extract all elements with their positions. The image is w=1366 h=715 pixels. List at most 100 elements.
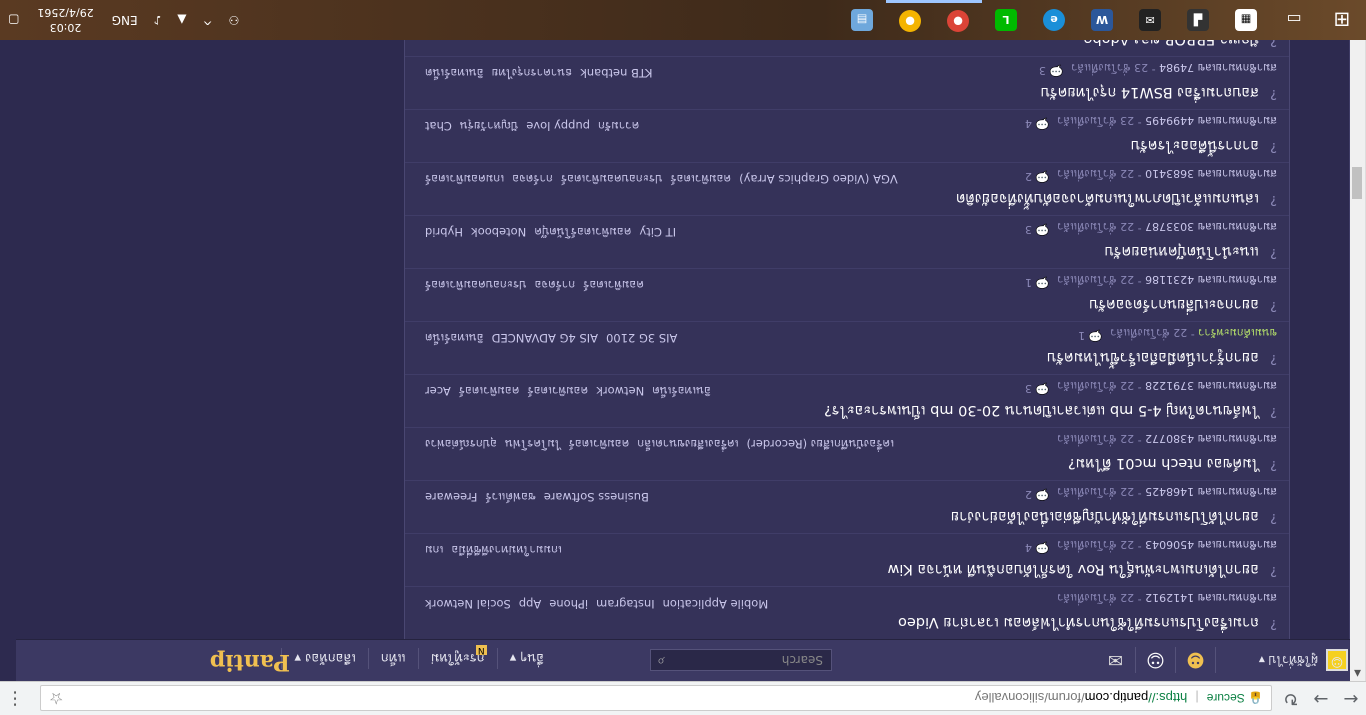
tag-link[interactable]: Acer [425, 384, 451, 398]
chrome-icon[interactable]: ● [934, 0, 982, 40]
nav-other[interactable]: อื่นๆ ▾ [496, 648, 556, 669]
tag-link[interactable]: อินเทอร์เน็ต [425, 66, 484, 80]
menu-icon[interactable]: ⋮ [6, 688, 24, 709]
reload-icon[interactable]: ↻ [1276, 684, 1306, 714]
tag-link[interactable]: คอมพิวเตอร์ [528, 384, 589, 398]
topic-title[interactable]: ไฟล์ขนาดใหญ่ 4-5 mb แต่เวลาเปิดนาน 20-30… [417, 399, 1277, 422]
tag-link[interactable]: คอมพิวเตอร์ [670, 172, 731, 186]
notifications-icon[interactable]: ▢ [0, 13, 27, 27]
tag-link[interactable]: คอมพิวเตอร์โน้ตบุ๊ค [534, 225, 631, 239]
topic-title[interactable]: อยากรู้ว่าเน็ตมือถือเร็วขึ้นไหมครับ [417, 346, 1277, 369]
tag-link[interactable]: KTB netbank [580, 66, 652, 80]
topic-author[interactable]: สมาชิกหมายเลข 4499495 [1145, 112, 1277, 130]
tag-link[interactable]: iPhone [549, 597, 588, 611]
tag-link[interactable]: คอมพิวเตอร์ [583, 278, 644, 292]
tag-link[interactable]: การ์ดจอ [512, 172, 553, 186]
word-icon[interactable]: W [1078, 0, 1126, 40]
tag-link[interactable]: ประกอบคอมพิวเตอร์ [561, 172, 663, 186]
tag-link[interactable]: เครื่องบันทึกเสียง (Recorder) [747, 437, 895, 451]
topic-author[interactable]: สมาชิกหมายเลข 4380772 [1145, 430, 1277, 448]
tag-link[interactable]: Social Network [425, 597, 511, 611]
topic-row[interactable]: ? สอบถามเรื่อง BSW14 กรุงไทยครับ สมาชิกหมา… [405, 56, 1289, 109]
forward-icon[interactable]: → [1306, 684, 1336, 714]
tag-link[interactable]: ไมโครโฟน [505, 437, 561, 451]
tag-link[interactable]: Network [596, 384, 644, 398]
tag-link[interactable]: เกมมาใหม่ทางพีซีที่มือ [451, 543, 561, 557]
tag-link[interactable]: คอมพิวเตอร์ [569, 437, 630, 451]
pantip-logo[interactable]: Pantip [210, 649, 290, 675]
tag-link[interactable]: Mobile Application [663, 597, 769, 611]
tag-link[interactable]: Notebook [471, 225, 526, 239]
topic-author[interactable]: ขนมเค้กมะพร้าว [1198, 324, 1277, 342]
topic-title[interactable]: อยากได้เกมเพาะพันธุ์ใน Rov ใครก็ได้บอกฉั… [417, 558, 1277, 581]
topic-title[interactable]: อาการนี้คืออะไรครับ [417, 134, 1277, 157]
topic-row[interactable]: ? อยากได้โปรแกรมที่ใช้ทำบัญชีต่อเนื่องได้… [405, 480, 1289, 533]
tag-link[interactable]: เกม [425, 543, 443, 557]
smile-icon[interactable]: ☻ [1176, 647, 1216, 673]
tag-link[interactable]: ซอฟต์แวร์ [485, 490, 535, 504]
tag-link[interactable]: Business Software [544, 490, 649, 504]
mail-app-icon[interactable]: ✉ [1126, 0, 1174, 40]
tag-link[interactable]: AIS 3G 2100 [606, 331, 677, 345]
nav-new-topic[interactable]: กระทู้ใหม่ N [417, 645, 497, 669]
topic-title[interactable]: เล่นเกมแล้วเปิดภาพในเกมค้างจอดับทั้งที่จ… [417, 187, 1277, 210]
windows-start-icon[interactable]: ⊞ [1318, 0, 1366, 40]
language-indicator[interactable]: ENG [104, 13, 146, 27]
back-icon[interactable]: ← [1336, 684, 1366, 714]
bookmark-star-icon[interactable]: ☆ [49, 688, 63, 708]
edge-icon[interactable]: e [1030, 0, 1078, 40]
clock[interactable]: 20:03 29/4/2561 [27, 5, 103, 35]
tag-link[interactable]: Instagram [596, 597, 655, 611]
topic-row[interactable]: ? อยากได้เกมเพาะพันธุ์ใน Rov ใครก็ได้บอกฉ… [405, 533, 1289, 586]
tag-link[interactable]: puppy love [526, 119, 590, 133]
topic-row[interactable]: ? อยากจะเปลี่ยนการ์ดจอครับ สมาชิกหมายเลข 4… [405, 268, 1289, 321]
network-icon[interactable]: ▲ [169, 13, 194, 27]
topic-author[interactable]: สมาชิกหมายเลข 3791228 [1145, 377, 1277, 395]
topic-row[interactable]: ? ถามเรื่องโปรแกรมที่ใช้ในการทำไฟล์คอม เว… [405, 586, 1289, 639]
address-bar[interactable]: 🔒 Secure | https:// pantip.com /forum/si… [40, 685, 1272, 711]
topic-row[interactable]: ? ไฟล์ขนาดใหญ่ 4-5 mb แต่เวลาเปิดนาน 20-3… [405, 374, 1289, 427]
tag-link[interactable]: Freeware [425, 490, 477, 504]
scroll-up-icon[interactable]: ▲ [1350, 665, 1365, 681]
tag-link[interactable]: การ์ดจอ [535, 278, 576, 292]
topic-row[interactable]: ? เล่นเกมแล้วเปิดภาพในเกมค้างจอดับทั้งที่… [405, 162, 1289, 215]
files-icon[interactable]: ▟ [1174, 0, 1222, 40]
topic-author[interactable]: สมาชิกหมายเลข 3683410 [1145, 165, 1277, 183]
tag-link[interactable]: App [519, 597, 541, 611]
topic-title[interactable]: อยากได้โปรแกรมที่ใช้ทำบัญชีต่อเนื่องได้อ… [417, 505, 1277, 528]
topic-author[interactable]: สมาชิกหมายเลข 4231186 [1145, 271, 1277, 289]
topic-title[interactable]: สอบถามเรื่อง BSW14 กรุงไทยครับ [417, 81, 1277, 104]
tag-link[interactable]: VGA (Video Graphics Array) [739, 172, 898, 186]
topic-author[interactable]: สมาชิกหมายเลข 3033787 [1145, 218, 1277, 236]
topic-row[interactable]: ? ไมค์ของ ntech mc01 ดีไหม? สมาชิกหมายเลข … [405, 427, 1289, 480]
tag-link[interactable]: ประกอบคอมพิวเตอร์ [425, 278, 527, 292]
tag-link[interactable]: อินเทอร์เน็ต [652, 384, 711, 398]
tag-link[interactable]: Chat [425, 119, 452, 133]
tag-link[interactable]: ธนาคารกรุงไทย [492, 66, 573, 80]
topic-title[interactable]: แนะนำโน้ตบุ๊คหน่อยครับ [417, 240, 1277, 263]
tag-link[interactable]: เครื่องเสียงขนาดเล็ก [637, 437, 738, 451]
nav-tags[interactable]: แท็ก [367, 648, 418, 669]
tag-link[interactable]: อินเทอร์เน็ต [425, 331, 484, 345]
topic-row[interactable]: ? แนะนำโน้ตบุ๊คหน่อยครับ สมาชิกหมายเลข 303… [405, 215, 1289, 268]
chrome-icon-2[interactable]: ● [886, 0, 934, 40]
tag-link[interactable]: เกมคอมพิวเตอร์ [425, 172, 504, 186]
tag-link[interactable]: อุปกรณ์ต่อพ่วง [425, 437, 497, 451]
search-icon[interactable]: ⌕ [657, 653, 665, 669]
user-menu[interactable]: ☺ ผู้ใช้ทั่วไป ▾ [1259, 649, 1348, 671]
tag-link[interactable]: คอมพิวเตอร์ [459, 384, 520, 398]
scroll-thumb[interactable] [1352, 167, 1362, 199]
search-input[interactable]: Search ⌕ [650, 649, 832, 671]
topic-row[interactable]: ?ปัญหา ERROR ของ Adobeสมาชิกหมายเลข 3942… [405, 40, 1289, 56]
speaker-icon[interactable]: ♪ [146, 13, 170, 27]
topic-title[interactable]: ปัญหา ERROR ของ Adobe [417, 40, 1277, 51]
store-icon[interactable]: ▦ [1222, 0, 1270, 40]
topic-author[interactable]: สมาชิกหมายเลข 74984 [1159, 59, 1277, 77]
task-view-icon[interactable]: ▭ [1270, 0, 1318, 40]
people-icon[interactable]: ⚇ [221, 13, 248, 27]
tray-chevron-icon[interactable]: ^ [195, 13, 221, 27]
topic-author[interactable]: สมาชิกหมายเลข 4506043 [1145, 536, 1277, 554]
topic-author[interactable]: สมาชิกหมายเลข 1412912 [1145, 589, 1277, 607]
topic-row[interactable]: ? อยากรู้ว่าเน็ตมือถือเร็วขึ้นไหมครับ ขนมเ… [405, 321, 1289, 374]
mask-icon[interactable]: ☺ [1136, 647, 1176, 673]
